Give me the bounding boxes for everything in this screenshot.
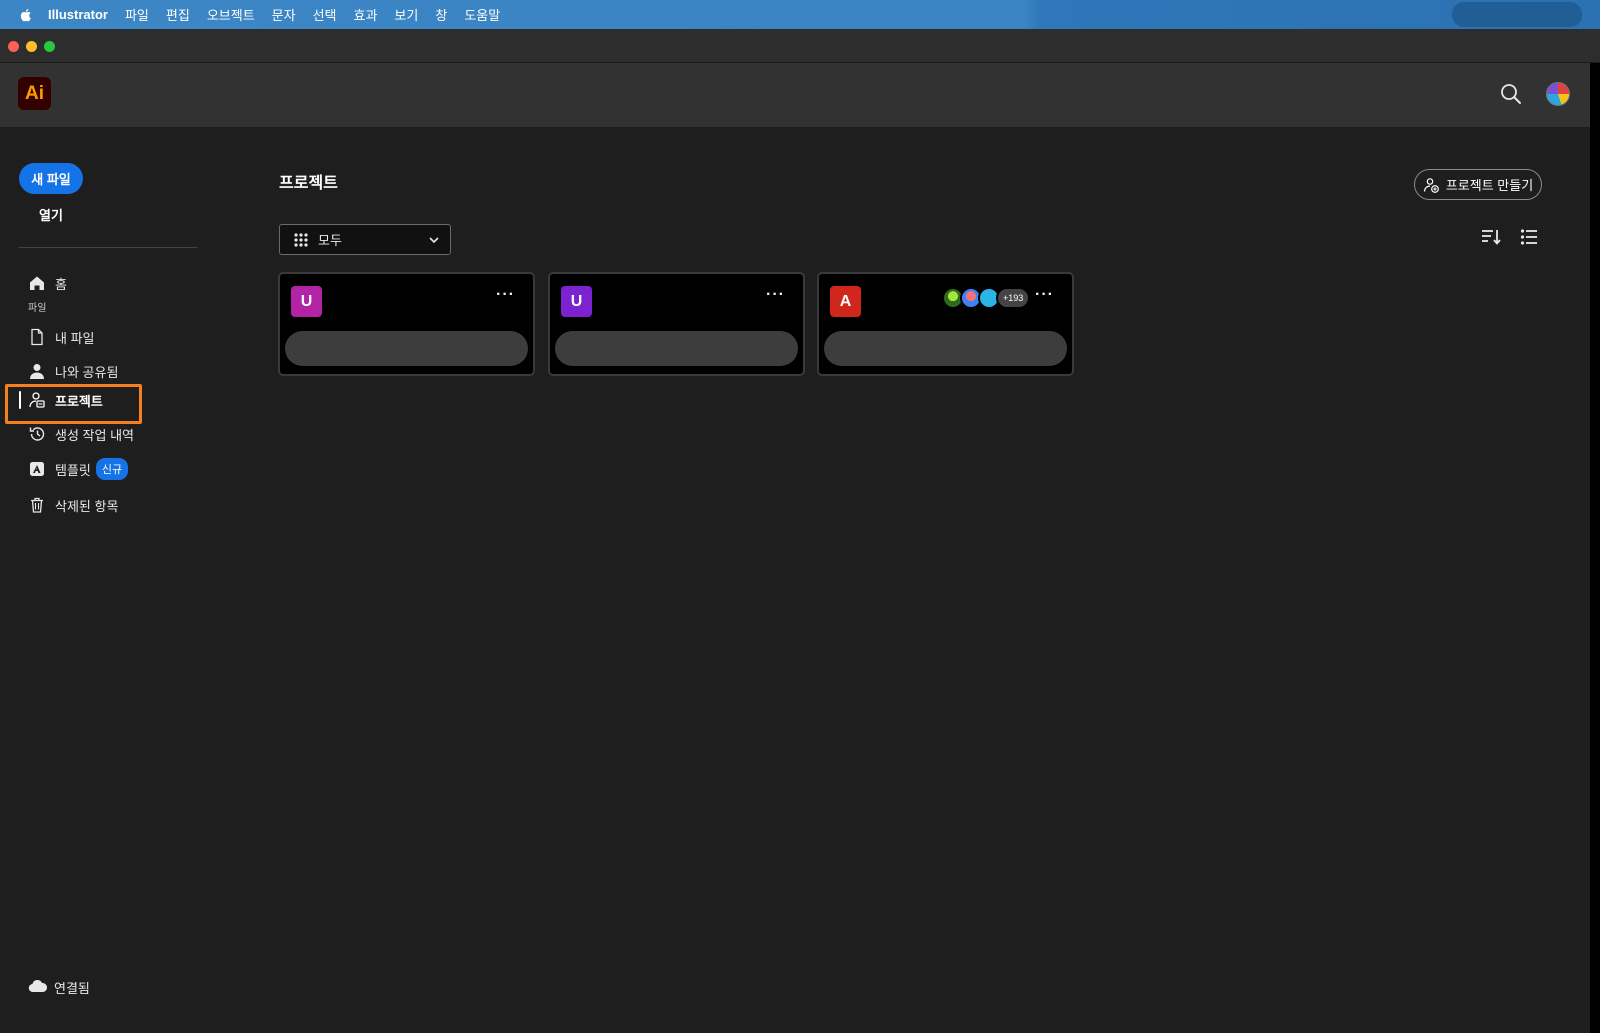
sidebar: 새 파일 열기 홈 파일 내 파일 나와 공유됨 프로젝트 생성 작업 내역 템… <box>0 127 210 1033</box>
sidebar-item-label: 내 파일 <box>55 330 95 346</box>
more-options-icon[interactable]: ··· <box>766 286 785 304</box>
sidebar-item-deleted[interactable]: 삭제된 항목 <box>28 494 118 516</box>
menu-type[interactable]: 문자 <box>272 5 296 24</box>
adobe-templates-icon <box>28 460 46 478</box>
member-avatars[interactable]: +193 <box>942 286 1031 310</box>
trash-icon <box>28 496 46 514</box>
new-file-button[interactable]: 새 파일 <box>19 163 83 194</box>
apple-icon[interactable] <box>18 7 34 23</box>
sidebar-item-label: 생성 작업 내역 <box>55 427 134 443</box>
project-name-placeholder <box>824 331 1067 366</box>
menu-effect[interactable]: 효과 <box>354 5 378 24</box>
window-maximize-button[interactable] <box>44 41 55 52</box>
user-avatar[interactable] <box>1546 82 1570 106</box>
project-name-placeholder <box>555 331 798 366</box>
sort-icon[interactable] <box>1481 228 1501 246</box>
open-button[interactable]: 열기 <box>39 205 63 224</box>
cloud-icon <box>28 979 48 996</box>
menu-file[interactable]: 파일 <box>125 5 149 24</box>
project-initial: A <box>830 286 861 317</box>
menu-status-area[interactable] <box>1452 2 1582 27</box>
history-icon <box>28 425 46 443</box>
section-label-files: 파일 <box>28 303 47 314</box>
page-title: 프로젝트 <box>279 175 338 192</box>
menu-help[interactable]: 도움말 <box>464 5 500 24</box>
filter-dropdown[interactable]: 모두 <box>279 224 451 255</box>
highlight-outline <box>5 384 142 424</box>
create-project-button[interactable]: 프로젝트 만들기 <box>1414 169 1542 200</box>
project-initial: U <box>291 286 322 317</box>
member-count-badge: +193 <box>996 287 1031 309</box>
menu-view[interactable]: 보기 <box>394 5 418 24</box>
person-icon <box>28 362 46 380</box>
create-project-icon <box>1423 177 1439 193</box>
sidebar-item-label: 홈 <box>55 276 67 292</box>
main-area: 새 파일 열기 홈 파일 내 파일 나와 공유됨 프로젝트 생성 작업 내역 템… <box>0 127 1590 1033</box>
menu-bar: Illustrator 파일 편집 오브젝트 문자 선택 효과 보기 창 도움말 <box>0 0 1600 29</box>
sidebar-item-generation-history[interactable]: 생성 작업 내역 <box>28 423 134 445</box>
menu-window[interactable]: 창 <box>435 5 447 24</box>
chevron-down-icon <box>429 237 439 244</box>
screen: Illustrator 파일 편집 오브젝트 문자 선택 효과 보기 창 도움말… <box>0 0 1600 1033</box>
sidebar-item-home[interactable]: 홈 <box>28 272 67 294</box>
connection-status[interactable]: 연결됨 <box>28 978 90 997</box>
window-titlebar <box>0 29 1600 63</box>
window-edge <box>1590 63 1600 1033</box>
sidebar-divider <box>19 247 197 248</box>
connection-status-label: 연결됨 <box>54 981 90 996</box>
app-header: Ai <box>0 63 1600 127</box>
project-name-placeholder <box>285 331 528 366</box>
create-project-label: 프로젝트 만들기 <box>1445 178 1534 193</box>
sidebar-item-label: 나와 공유됨 <box>55 364 119 380</box>
file-icon <box>28 328 46 346</box>
illustrator-logo[interactable]: Ai <box>18 77 51 110</box>
project-initial: U <box>561 286 592 317</box>
window-close-button[interactable] <box>8 41 19 52</box>
menu-select[interactable]: 선택 <box>313 5 337 24</box>
sidebar-item-label: 삭제된 항목 <box>55 498 119 514</box>
list-view-icon[interactable] <box>1520 228 1538 246</box>
more-options-icon[interactable]: ··· <box>1035 286 1054 304</box>
menu-object[interactable]: 오브젝트 <box>207 5 255 24</box>
project-card[interactable]: U ··· <box>548 272 805 376</box>
more-options-icon[interactable]: ··· <box>496 286 515 304</box>
sidebar-item-templates[interactable]: 템플릿 신규 <box>28 458 129 480</box>
window-minimize-button[interactable] <box>26 41 37 52</box>
sidebar-item-label: 템플릿 <box>55 462 91 478</box>
grid-icon <box>294 232 308 247</box>
sidebar-item-my-files[interactable]: 내 파일 <box>28 326 95 348</box>
sidebar-item-shared[interactable]: 나와 공유됨 <box>28 360 118 382</box>
project-card[interactable]: A +193 ··· <box>817 272 1074 376</box>
project-card[interactable]: U ··· <box>278 272 535 376</box>
menu-edit[interactable]: 편집 <box>166 5 190 24</box>
new-badge: 신규 <box>95 458 129 480</box>
home-icon <box>28 274 46 292</box>
filter-value: 모두 <box>318 233 342 248</box>
search-icon[interactable] <box>1500 83 1522 105</box>
menu-app-name[interactable]: Illustrator <box>48 7 108 22</box>
